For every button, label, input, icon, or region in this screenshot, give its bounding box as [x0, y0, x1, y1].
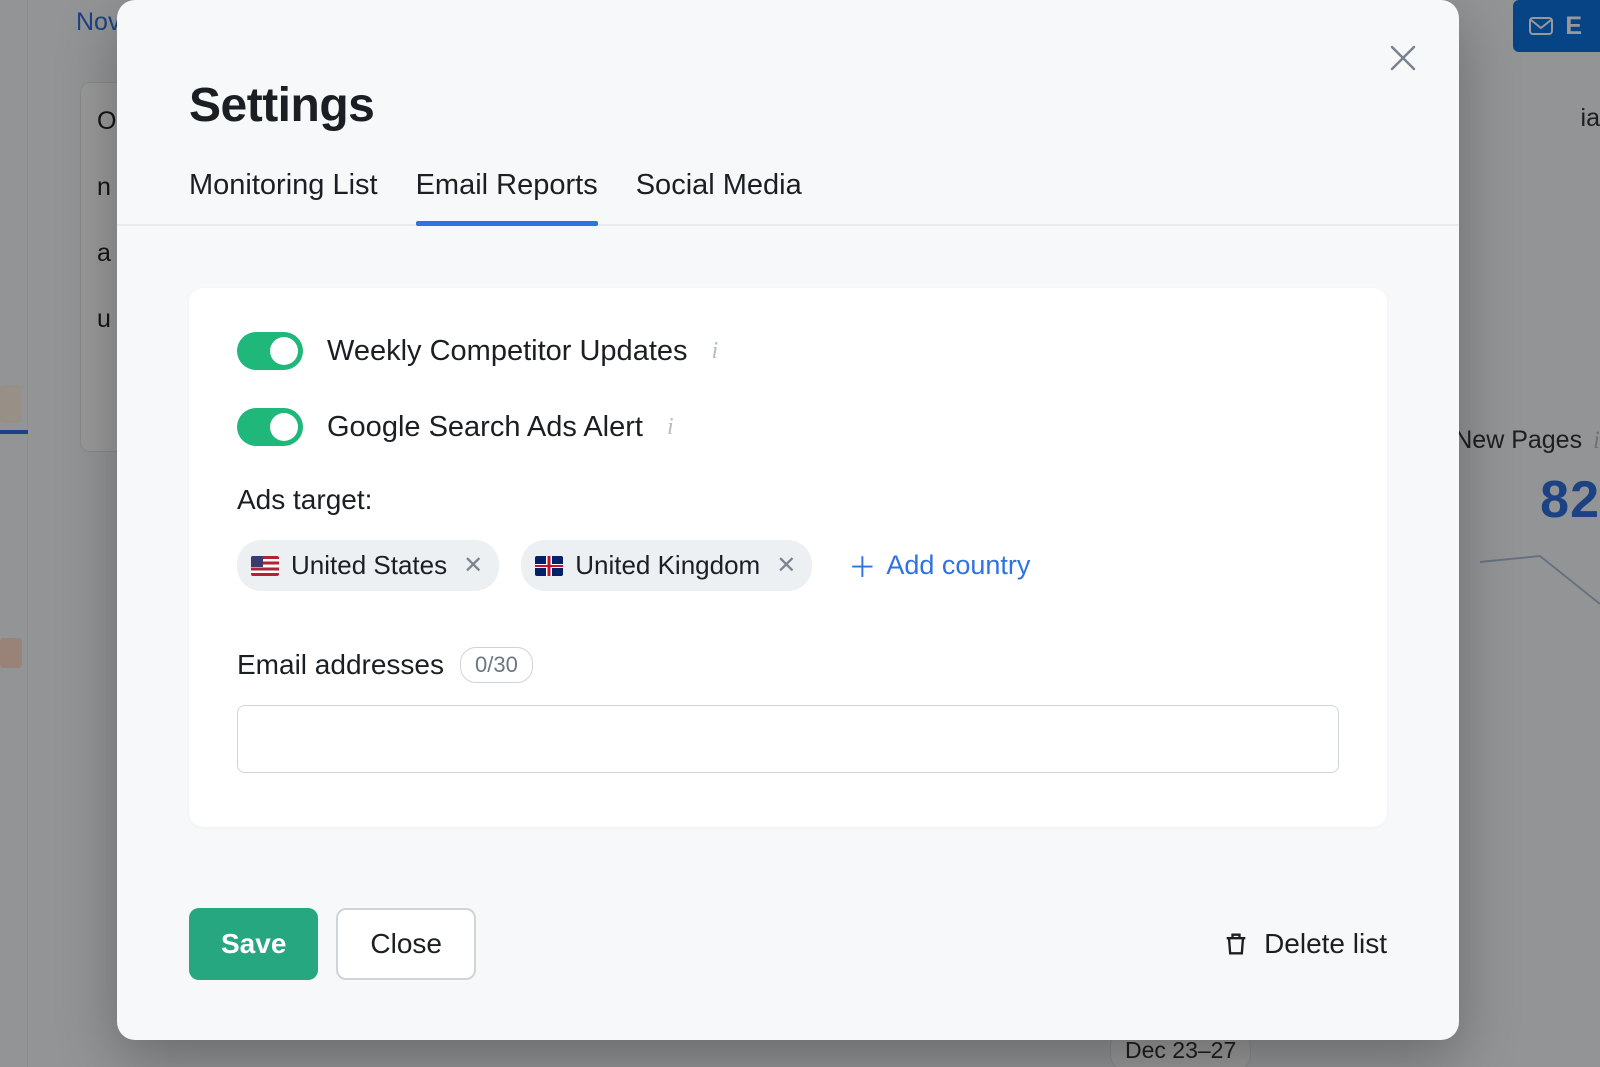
plus-icon: ＋	[848, 546, 876, 586]
modal-title: Settings	[117, 0, 1459, 169]
flag-uk-icon	[535, 556, 563, 576]
toggle-knob	[270, 413, 298, 441]
email-count-badge: 0/30	[460, 647, 533, 683]
weekly-updates-label: Weekly Competitor Updates	[327, 335, 688, 368]
settings-tabs: Monitoring List Email Reports Social Med…	[117, 169, 1459, 226]
delete-list-label: Delete list	[1264, 928, 1387, 960]
tab-social-media[interactable]: Social Media	[636, 169, 802, 224]
trash-icon	[1222, 930, 1250, 958]
remove-country-button[interactable]: ✕	[459, 551, 483, 580]
weekly-updates-toggle[interactable]	[237, 332, 303, 370]
email-reports-panel: Weekly Competitor Updates i Google Searc…	[189, 288, 1387, 827]
add-country-button[interactable]: ＋ Add country	[834, 546, 1030, 586]
remove-country-button[interactable]: ✕	[772, 551, 796, 580]
info-icon[interactable]: i	[667, 414, 674, 441]
email-addresses-label: Email addresses	[237, 649, 444, 681]
settings-modal: Settings Monitoring List Email Reports S…	[117, 0, 1459, 1040]
country-chip-united-kingdom: United Kingdom ✕	[521, 540, 812, 591]
save-button[interactable]: Save	[189, 908, 318, 980]
ads-target-countries: United States ✕ United Kingdom ✕ ＋ Add c…	[237, 540, 1339, 591]
tab-monitoring-list[interactable]: Monitoring List	[189, 169, 378, 224]
delete-list-button[interactable]: Delete list	[1222, 928, 1387, 960]
country-chip-label: United States	[291, 550, 447, 581]
close-modal-button[interactable]	[1381, 36, 1425, 80]
close-icon	[1386, 41, 1420, 75]
ads-alert-label: Google Search Ads Alert	[327, 411, 643, 444]
add-country-label: Add country	[886, 550, 1030, 581]
tab-email-reports[interactable]: Email Reports	[416, 169, 598, 224]
email-addresses-input[interactable]	[237, 705, 1339, 773]
modal-footer: Save Close Delete list	[189, 908, 1387, 980]
toggle-row-ads-alert: Google Search Ads Alert i	[237, 408, 1339, 446]
ads-alert-toggle[interactable]	[237, 408, 303, 446]
country-chip-united-states: United States ✕	[237, 540, 499, 591]
toggle-knob	[270, 337, 298, 365]
ads-target-label: Ads target:	[237, 484, 1339, 516]
toggle-row-weekly-updates: Weekly Competitor Updates i	[237, 332, 1339, 370]
info-icon[interactable]: i	[712, 338, 719, 365]
email-addresses-header: Email addresses 0/30	[237, 647, 1339, 683]
flag-us-icon	[251, 556, 279, 576]
country-chip-label: United Kingdom	[575, 550, 760, 581]
close-button[interactable]: Close	[336, 908, 476, 980]
